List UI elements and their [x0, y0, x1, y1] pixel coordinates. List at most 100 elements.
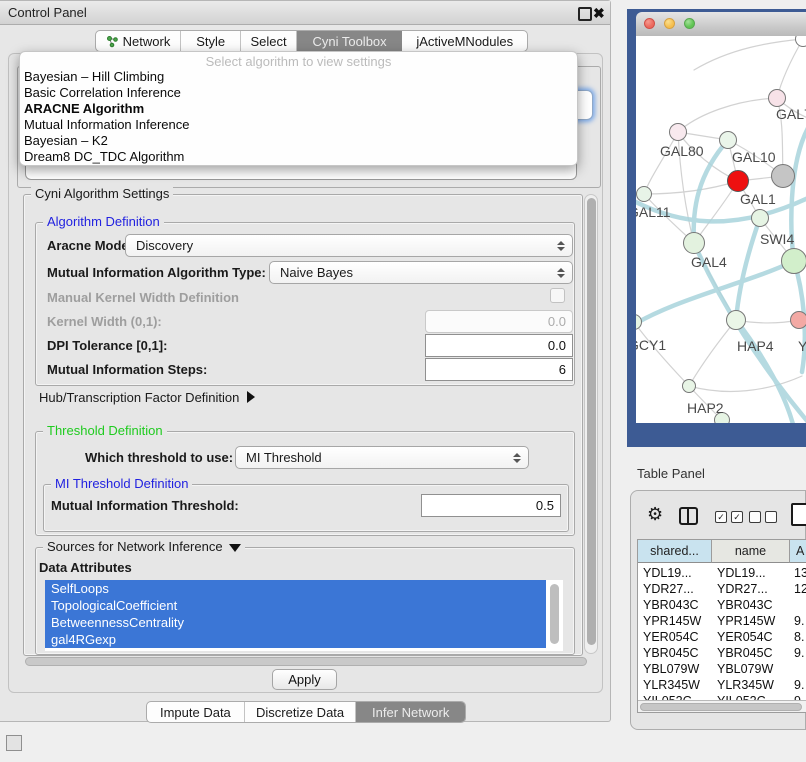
network-node-gal4[interactable]	[683, 232, 705, 254]
network-canvas[interactable]: GAL7 GAL80 GAL10 GAL1 GAL11 SWI4 GAL4 GC…	[636, 36, 806, 423]
list-item[interactable]: BetweennessCentrality	[45, 614, 546, 631]
settings-vertical-scrollbar-thumb[interactable]	[587, 198, 596, 645]
deselect-all-columns-icon[interactable]	[749, 511, 777, 523]
tab-style[interactable]: Style	[181, 31, 241, 51]
mi-type-combo[interactable]: Naive Bayes	[269, 261, 573, 284]
gear-icon[interactable]: ⚙	[647, 505, 663, 523]
tab-discretize-data-label: Discretize Data	[256, 705, 344, 720]
list-item[interactable]: SelfLoops	[45, 580, 546, 597]
dropdown-placeholder: Select algorithm to view settings	[20, 54, 577, 69]
network-node-gal11[interactable]	[636, 186, 652, 202]
network-node-gray[interactable]	[771, 164, 795, 188]
table-row[interactable]: YBL079WYBL079W	[638, 661, 806, 677]
list-item[interactable]: TopologicalCoefficient	[45, 597, 546, 614]
dropdown-item[interactable]: Bayesian – K2	[24, 133, 108, 149]
cell: YER054C	[717, 629, 789, 645]
tab-impute-data[interactable]: Impute Data	[147, 702, 245, 722]
kernel-width-label: Kernel Width (0,1):	[47, 310, 162, 333]
mi-threshold-group-title: MI Threshold Definition	[51, 477, 192, 491]
tab-style-label: Style	[196, 34, 225, 49]
table-row[interactable]: YDR27...YDR27...12	[638, 581, 806, 597]
column-header-name[interactable]: name	[712, 540, 790, 563]
node-label: HAP4	[737, 338, 774, 354]
apply-button[interactable]: Apply	[272, 669, 337, 690]
zoom-window-icon[interactable]	[684, 18, 695, 29]
table-row-clipped[interactable]: YIL052CYIL052C9	[638, 693, 806, 700]
table-row[interactable]: YDL19...YDL19...13	[638, 565, 806, 581]
network-node-swi4[interactable]	[751, 209, 769, 227]
dropdown-item[interactable]: Basic Correlation Inference	[24, 85, 181, 101]
network-node-hap2[interactable]	[682, 379, 696, 393]
float-window-button[interactable]	[578, 7, 592, 21]
sources-title-row[interactable]: Sources for Network Inference	[43, 540, 245, 554]
cell: 13	[794, 565, 806, 581]
tab-select[interactable]: Select	[241, 31, 296, 51]
table-scrollbar-thumb[interactable]	[640, 703, 802, 711]
network-node-gal7[interactable]	[768, 89, 786, 107]
network-window: GAL7 GAL80 GAL10 GAL1 GAL11 SWI4 GAL4 GC…	[636, 12, 806, 423]
checked-box-icon: ✓	[731, 511, 743, 523]
settings-vertical-scrollbar[interactable]	[584, 194, 598, 654]
mi-type-label: Mutual Information Algorithm Type:	[47, 261, 266, 284]
dropdown-item[interactable]: Mutual Information Inference	[24, 117, 189, 133]
cell: 9.	[794, 677, 806, 693]
table-horizontal-scrollbar[interactable]	[638, 700, 806, 713]
table-row[interactable]: YPR145WYPR145W9.	[638, 613, 806, 629]
cell: YLR345W	[643, 677, 709, 693]
list-item[interactable]: gal4RGexp	[45, 631, 546, 648]
tab-discretize-data[interactable]: Discretize Data	[245, 702, 357, 722]
table-row[interactable]: YBR043CYBR043C	[638, 597, 806, 613]
dpi-tolerance-field[interactable]: 0.0	[425, 334, 573, 357]
select-all-columns-icon[interactable]: ✓ ✓	[715, 511, 743, 523]
settings-horizontal-scrollbar[interactable]	[25, 657, 587, 666]
dropdown-item-highlighted[interactable]: ARACNE Algorithm	[24, 101, 144, 117]
mi-steps-field[interactable]: 6	[425, 358, 573, 381]
column-header-shared-name[interactable]: shared...	[638, 540, 712, 563]
manual-kernel-checkbox[interactable]	[550, 288, 565, 303]
network-node-gal10[interactable]	[719, 131, 737, 149]
network-node-hap4[interactable]	[726, 310, 746, 330]
close-icon[interactable]: ✖	[593, 3, 605, 23]
minimize-window-icon[interactable]	[664, 18, 675, 29]
node-label: GAL10	[732, 149, 776, 165]
table-row[interactable]: YLR345WYLR345W9.	[638, 677, 806, 693]
cyni-algorithm-settings-title: Cyni Algorithm Settings	[31, 187, 173, 201]
node-label: GAL11	[636, 204, 671, 220]
node-label: GAL80	[660, 143, 704, 159]
kernel-width-field[interactable]: 0.0	[425, 310, 573, 333]
table-row[interactable]: YER054CYER054C8.	[638, 629, 806, 645]
control-panel-tab-bar: Network Style Select Cyni Toolbox jActiv…	[95, 30, 528, 52]
hub-definition-label: Hub/Transcription Factor Definition	[39, 390, 239, 405]
mi-threshold-field[interactable]: 0.5	[421, 494, 561, 517]
tab-cyni-toolbox[interactable]: Cyni Toolbox	[297, 31, 403, 51]
aracne-mode-combo[interactable]: Discovery	[125, 234, 573, 257]
network-node-gal1-selected[interactable]	[727, 170, 749, 192]
close-window-icon[interactable]	[644, 18, 655, 29]
screen: Control Panel ✖ Network Style Select Cyn…	[0, 0, 806, 762]
dropdown-item[interactable]: Bayesian – Hill Climbing	[24, 69, 164, 85]
tab-network[interactable]: Network	[96, 31, 181, 51]
collapsed-panel-icon[interactable]	[6, 735, 22, 751]
network-window-titlebar[interactable]	[636, 12, 806, 37]
column-header-clipped[interactable]: A	[790, 540, 806, 563]
unchecked-box-icon	[749, 511, 761, 523]
sources-title: Sources for Network Inference	[47, 539, 223, 554]
cell: YBL079W	[643, 661, 709, 677]
cell: 9.	[794, 613, 806, 629]
hub-definition-toggle[interactable]: Hub/Transcription Factor Definition	[39, 390, 255, 405]
tab-jactivemnodules[interactable]: jActiveMNodules	[402, 31, 527, 51]
dropdown-item[interactable]: Dream8 DC_TDC Algorithm	[24, 149, 184, 165]
tab-infer-network[interactable]: Infer Network	[356, 702, 465, 722]
network-node-salmon[interactable]	[790, 311, 806, 329]
export-table-icon[interactable]	[791, 503, 806, 526]
cell: YBR043C	[717, 597, 789, 613]
columns-icon[interactable]	[679, 507, 698, 525]
list-scrollbar-thumb[interactable]	[550, 584, 559, 644]
control-panel-title: Control Panel	[8, 1, 87, 24]
which-threshold-label: Which threshold to use:	[85, 446, 233, 469]
network-node-big-green[interactable]	[781, 248, 806, 274]
cell: 9.	[794, 645, 806, 661]
which-threshold-combo[interactable]: MI Threshold	[235, 446, 529, 469]
table-row[interactable]: YBR045CYBR045C9.	[638, 645, 806, 661]
network-node-gal80[interactable]	[669, 123, 687, 141]
